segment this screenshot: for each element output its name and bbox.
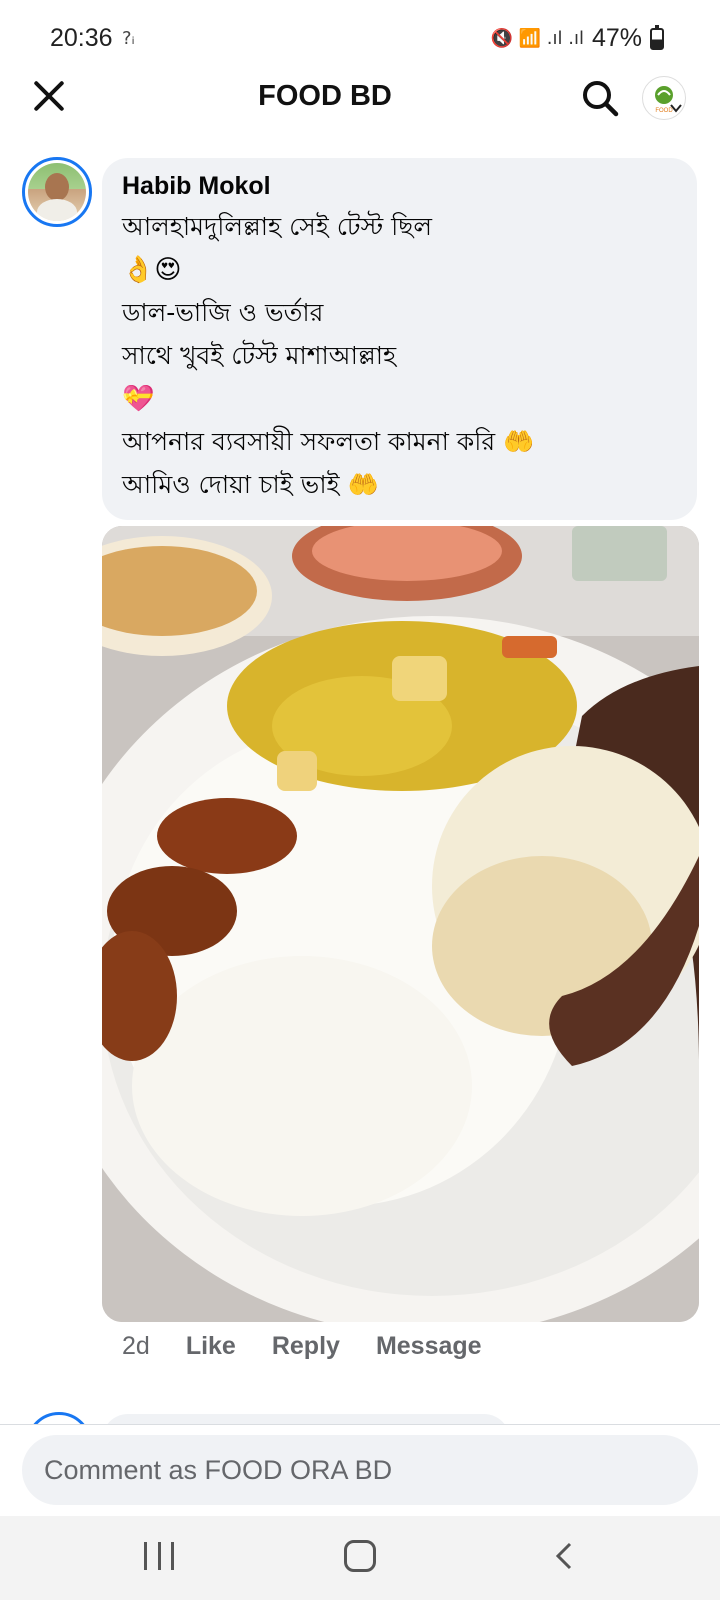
comment-timestamp: 2d bbox=[122, 1332, 150, 1360]
comment-line: আপনার ব্যবসায়ী সফলতা কামনা করি 🤲 bbox=[122, 427, 535, 456]
status-right: 🔇 📶 .ıl .ıl 47% bbox=[491, 24, 664, 53]
comment-line: আলহামদুলিল্লাহ সেই টেস্ট ছিল bbox=[122, 212, 433, 241]
comment-bubble[interactable]: Habib Mokol আলহামদুলিল্লাহ সেই টেস্ট ছিল… bbox=[102, 158, 697, 520]
message-button[interactable]: Message bbox=[376, 1332, 482, 1361]
avatar-image bbox=[28, 163, 86, 221]
signal-icons: 🔇 📶 .ıl .ıl bbox=[490, 28, 584, 49]
network-indicator-icon: ?ᵢ bbox=[122, 28, 135, 49]
battery-icon bbox=[650, 24, 664, 50]
comment-actions: 2d Like Reply Message bbox=[122, 1332, 518, 1361]
avatar[interactable] bbox=[22, 157, 92, 227]
comment-line: 💝 bbox=[122, 383, 155, 414]
comment-author[interactable]: Habib Mokol bbox=[122, 172, 677, 201]
comment-line: ডাল-ভাজি ও ভর্তার bbox=[122, 298, 324, 327]
comment-input[interactable] bbox=[22, 1435, 698, 1505]
search-icon[interactable] bbox=[580, 78, 620, 118]
food-photo-illustration bbox=[102, 526, 699, 1322]
page-title: FOOD BD bbox=[258, 80, 392, 112]
recent-apps-icon[interactable] bbox=[144, 1542, 174, 1572]
battery-percent: 47% bbox=[591, 24, 642, 52]
comment-composer bbox=[0, 1424, 720, 1516]
chevron-down-icon[interactable] bbox=[668, 100, 684, 116]
system-nav-bar bbox=[0, 1516, 720, 1600]
comment-line: সাথে খুবই টেস্ট মাশাআল্লাহ bbox=[122, 341, 397, 370]
comment-line: আমিও দোয়া চাই ভাই 🤲 bbox=[122, 470, 379, 499]
header: FOOD BD FOOD bbox=[0, 58, 720, 138]
comment-line: 👌😍 bbox=[122, 254, 182, 285]
back-icon[interactable] bbox=[550, 1541, 580, 1571]
home-icon[interactable] bbox=[344, 1540, 376, 1572]
comment-photo[interactable] bbox=[102, 526, 699, 1322]
status-time: 20:36 bbox=[50, 24, 113, 52]
like-button[interactable]: Like bbox=[186, 1332, 236, 1361]
reply-button[interactable]: Reply bbox=[272, 1332, 340, 1361]
